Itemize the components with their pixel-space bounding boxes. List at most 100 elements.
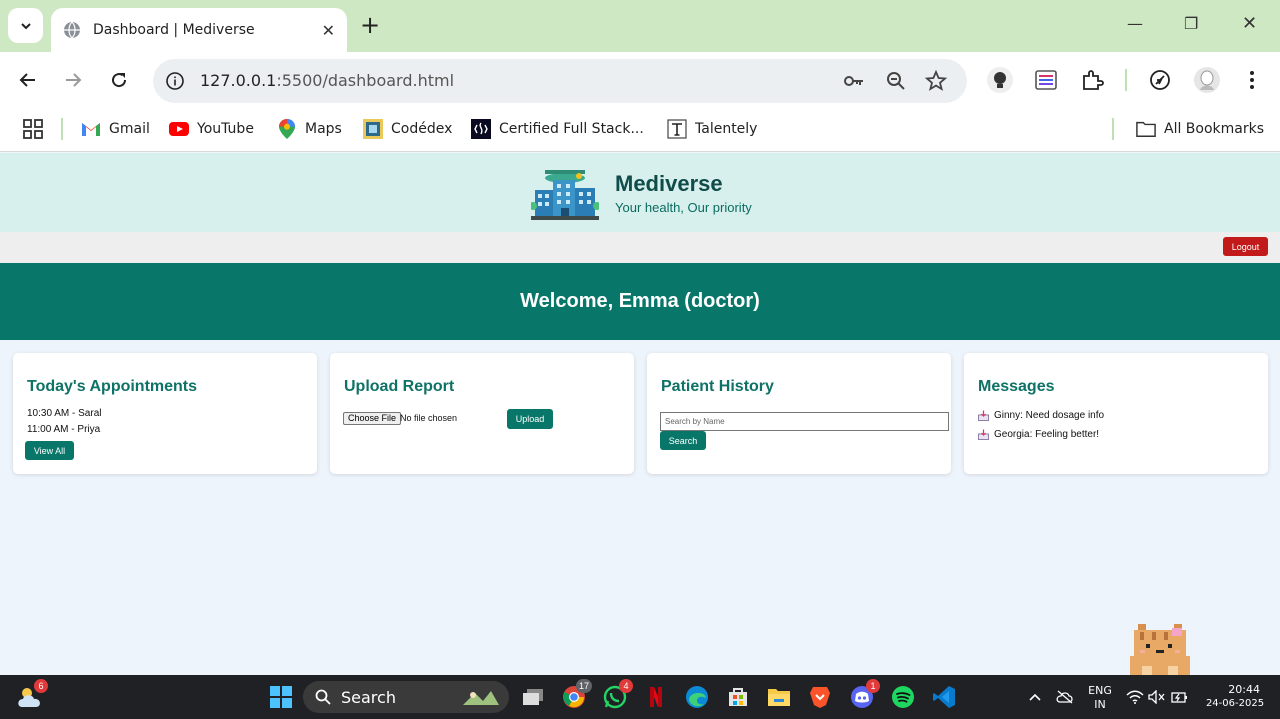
search-icon [315,689,331,705]
choose-file-button[interactable]: Choose File [343,412,402,425]
apps-grid-button[interactable] [23,118,43,140]
pixel-cat-mascot[interactable] [1130,622,1190,675]
bookmark-maps[interactable]: Maps [277,118,342,140]
clock[interactable]: 20:44 24-06-2025 [1198,683,1272,711]
message-item[interactable]: Ginny: Need dosage info [978,410,1104,421]
search-button[interactable]: Search [660,431,706,450]
bookmark-youtube[interactable]: YouTube [169,118,254,140]
bookmark-freecodecamp[interactable]: Certified Full Stack... [471,118,644,140]
globe-icon [64,21,80,39]
back-button[interactable] [16,68,40,92]
message-text: Georgia: Feeling better! [994,429,1100,440]
profile-avatar[interactable] [1193,66,1221,94]
bookmarks-divider [1112,118,1114,140]
taskbar-whatsapp[interactable]: 4 [601,679,633,711]
site-info-icon[interactable] [163,69,187,93]
minimize-button[interactable]: — [1127,14,1143,33]
bookmark-talentely[interactable]: Talentely [667,118,757,140]
url-text[interactable]: 127.0.0.1:5500/dashboard.html [200,71,454,90]
taskbar-brave[interactable] [806,683,834,711]
chevron-up-icon [1029,693,1041,701]
bookmark-label: YouTube [197,121,254,137]
close-window-button[interactable]: ✕ [1242,13,1257,34]
spotify-icon [892,686,914,708]
taskbar-edge[interactable] [683,683,711,711]
bookmark-label: Gmail [109,121,150,137]
bookmarks-divider [61,118,63,140]
password-key-icon[interactable] [843,70,865,92]
extension-palette-icon[interactable] [1032,66,1060,94]
extension-lightbulb-icon[interactable] [986,66,1014,94]
extensions-puzzle-icon[interactable] [1078,66,1106,94]
messages-card: Messages Ginny: Need dosage info Georgia… [964,353,1268,474]
arrow-left-icon [19,73,35,87]
active-tab[interactable]: Dashboard | Mediverse ✕ [51,8,347,52]
browser-toolbar: 127.0.0.1:5500/dashboard.html [0,52,1280,108]
bookmark-codedex[interactable]: Codédex [363,118,452,140]
maps-icon [277,119,297,139]
folder-icon [1136,119,1156,139]
url-host: 127.0.0.1 [200,71,277,90]
logout-bar: Logout [0,232,1280,263]
bookmark-label: Certified Full Stack... [499,121,644,137]
weather-badge: 6 [34,679,48,693]
brand-name: Mediverse [615,171,723,196]
zoom-icon[interactable] [885,70,907,92]
task-view-icon [523,689,543,705]
start-button[interactable] [267,683,295,711]
patient-search-input[interactable] [660,412,949,431]
netflix-icon [650,687,662,707]
browser-tabstrip: Dashboard | Mediverse ✕ + — ❐ ✕ [0,0,1280,52]
card-title: Patient History [661,378,774,395]
message-text: Ginny: Need dosage info [994,410,1105,421]
bookmark-label: Talentely [695,121,758,137]
cloud-sync-icon[interactable] [1051,683,1079,711]
taskbar-chrome[interactable]: 17 [560,679,592,711]
folder-icon [768,689,790,706]
all-bookmarks-label: All Bookmarks [1164,121,1265,137]
arrow-right-icon [66,73,82,87]
whatsapp-badge: 4 [619,679,633,693]
youtube-icon [169,119,189,139]
restore-button[interactable]: ❐ [1184,14,1198,33]
show-hidden-icons-button[interactable] [1021,683,1049,711]
reload-button[interactable] [107,68,131,92]
weather-widget[interactable]: 6 [16,679,48,711]
upload-button[interactable]: Upload [507,409,553,429]
message-item[interactable]: Georgia: Feeling better! [978,429,1099,440]
windows-logo-icon [270,686,292,708]
performance-leaf-icon[interactable] [1146,66,1174,94]
patient-history-card: Patient History Search [647,353,951,474]
bookmark-gmail[interactable]: Gmail [81,118,150,140]
battery-charging-icon[interactable] [1166,683,1194,711]
view-all-button[interactable]: View All [25,441,74,460]
search-label: Search [341,687,396,707]
taskbar-netflix[interactable] [642,683,670,711]
bookmark-star-icon[interactable] [925,70,947,92]
address-bar[interactable]: 127.0.0.1:5500/dashboard.html [153,59,967,103]
taskbar-search[interactable]: Search [303,681,509,713]
input-language[interactable]: ENG IN [1086,684,1114,712]
taskbar-vscode[interactable] [930,683,958,711]
taskbar-spotify[interactable] [889,683,917,711]
upload-report-card: Upload Report Choose File No file chosen… [330,353,634,474]
chevron-down-icon [20,22,31,29]
card-title: Messages [978,378,1055,395]
discord-badge: 1 [866,679,880,693]
inbox-tray-icon [978,429,989,440]
logout-button[interactable]: Logout [1223,237,1268,256]
forward-button[interactable] [61,68,85,92]
taskbar-discord[interactable]: 1 [848,679,880,711]
tab-search-button[interactable] [8,8,43,43]
windows-taskbar: 6 Search 17 4 1 ENG IN 20:44 24-06-2025 [0,675,1280,719]
taskbar-store[interactable] [724,683,752,711]
card-title: Today's Appointments [27,378,198,395]
codedex-icon [363,119,383,139]
new-tab-button[interactable]: + [360,12,380,38]
welcome-banner: Welcome, Emma (doctor) [0,263,1280,340]
task-view-button[interactable] [519,683,547,711]
taskbar-file-explorer[interactable] [765,683,793,711]
tab-close-icon[interactable]: ✕ [322,21,335,40]
browser-menu-icon[interactable] [1238,66,1266,94]
all-bookmarks-folder[interactable]: All Bookmarks [1136,118,1264,140]
